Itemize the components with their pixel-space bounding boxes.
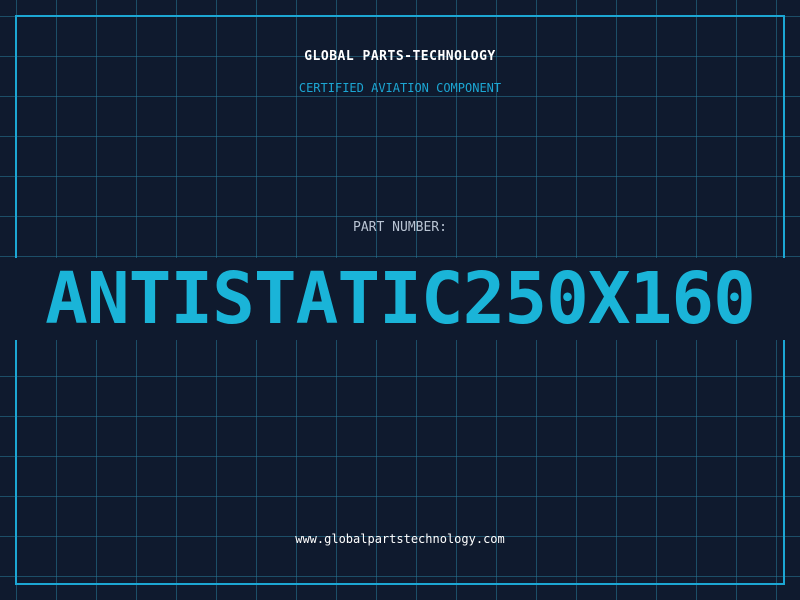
certification-subtitle: CERTIFIED AVIATION COMPONENT — [298, 81, 502, 95]
part-number-value: ANTISTATIC250X160 — [45, 257, 756, 340]
company-name: GLOBAL PARTS-TECHNOLOGY — [304, 49, 496, 64]
label-canvas: GLOBAL PARTS-TECHNOLOGY CERTIFIED AVIATI… — [0, 0, 800, 600]
part-number-label: PART NUMBER: — [353, 220, 447, 235]
website-url: www.globalpartstechnology.com — [295, 532, 505, 546]
